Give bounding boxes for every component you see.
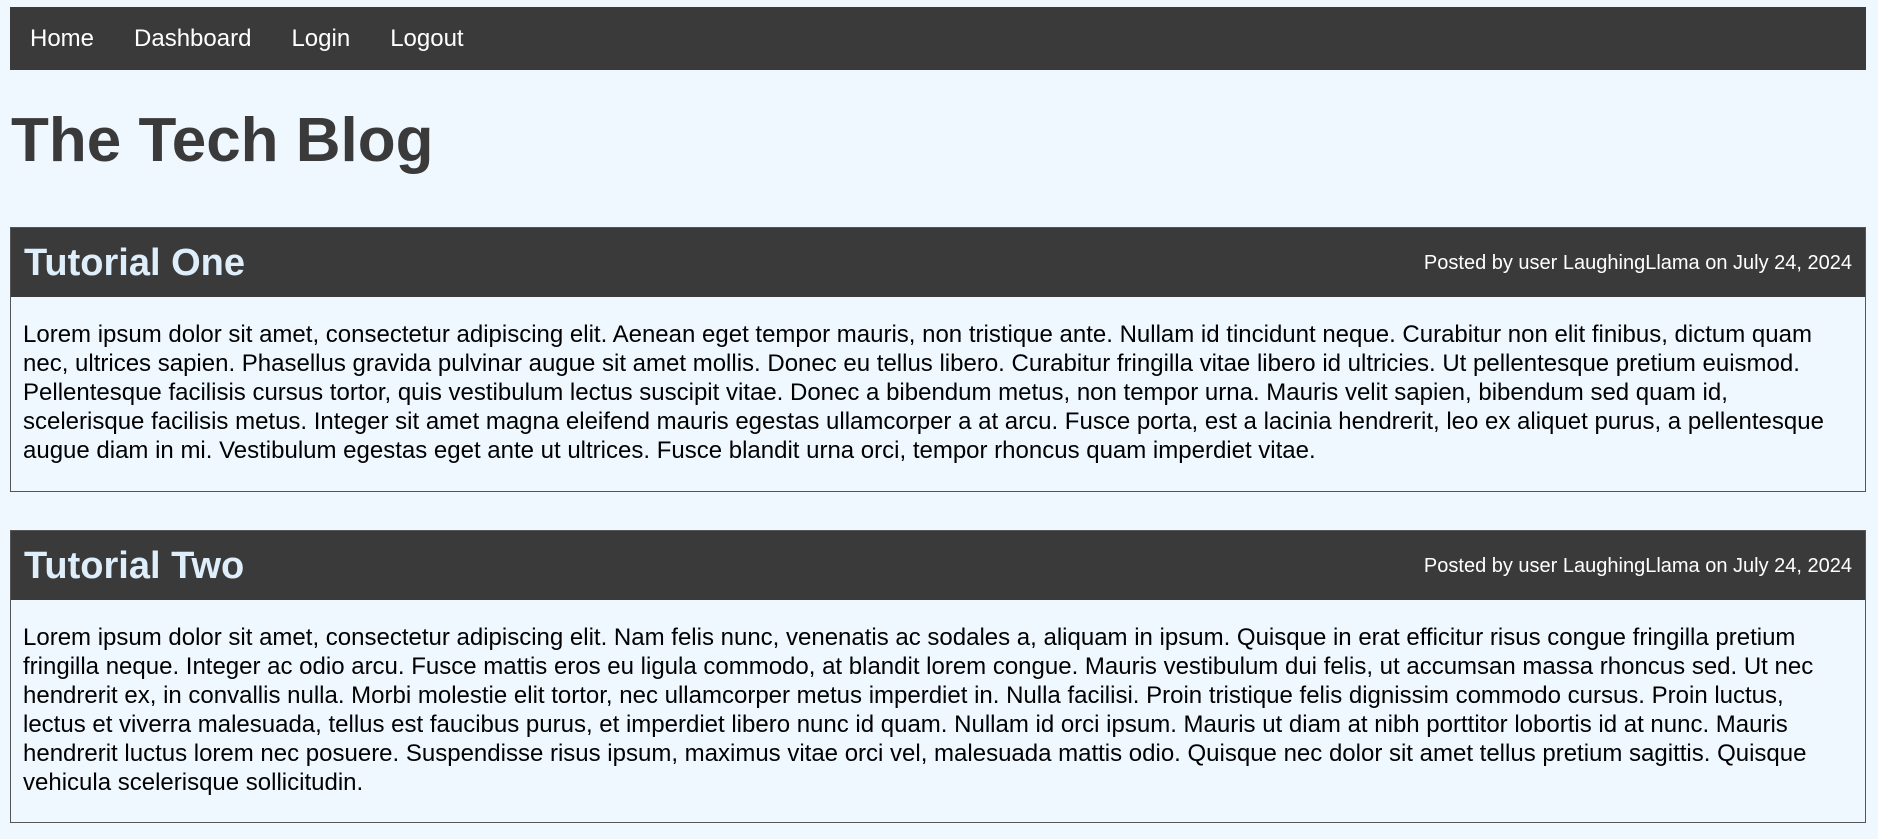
post-header: Tutorial One Posted by user LaughingLlam… (11, 228, 1865, 297)
post-meta: Posted by user LaughingLlama on July 24,… (1423, 554, 1852, 577)
post-body: Lorem ipsum dolor sit amet, consectetur … (23, 321, 1824, 464)
nav-home-link[interactable]: Home (30, 26, 94, 51)
nav-logout-link[interactable]: Logout (390, 26, 463, 51)
nav-login-link[interactable]: Login (291, 26, 350, 51)
post-title: Tutorial One (24, 241, 245, 284)
post-title: Tutorial Two (24, 544, 245, 587)
top-navigation: Home Dashboard Login Logout (10, 7, 1866, 70)
page-title: The Tech Blog (11, 106, 434, 175)
post-body: Lorem ipsum dolor sit amet, consectetur … (23, 624, 1814, 796)
post-card[interactable]: Tutorial Two Posted by user LaughingLlam… (10, 530, 1866, 823)
post-header: Tutorial Two Posted by user LaughingLlam… (11, 531, 1865, 600)
post-card[interactable]: Tutorial One Posted by user LaughingLlam… (10, 227, 1866, 492)
post-meta: Posted by user LaughingLlama on July 24,… (1423, 251, 1852, 274)
nav-dashboard-link[interactable]: Dashboard (134, 26, 251, 51)
